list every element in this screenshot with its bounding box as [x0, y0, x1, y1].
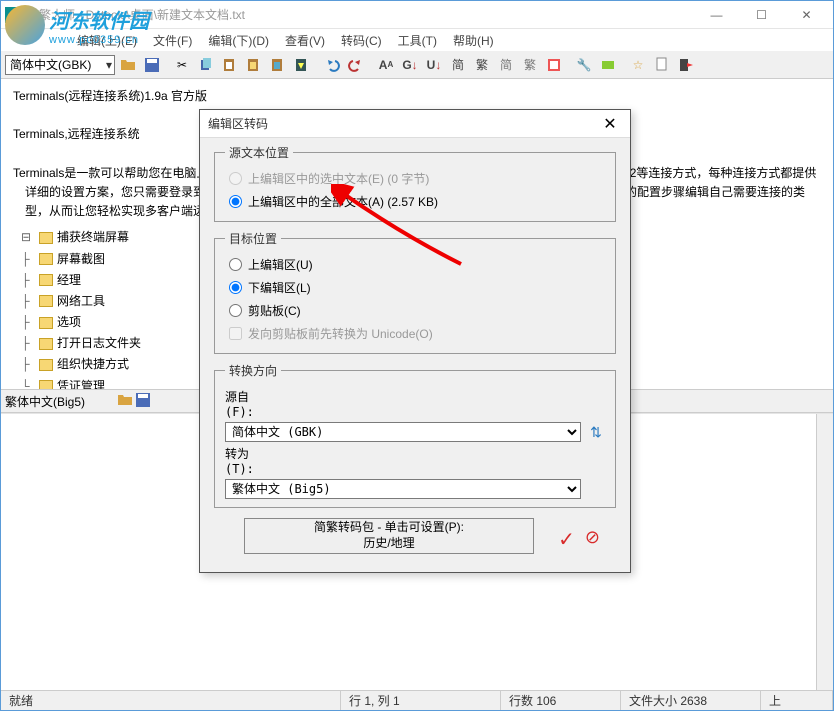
maximize-button[interactable]: ☐	[739, 2, 784, 28]
to-select[interactable]: 繁体中文 (Big5)	[225, 479, 581, 499]
star-icon[interactable]: ☆	[627, 54, 649, 76]
aa-icon[interactable]: AA	[375, 54, 397, 76]
save-lower-icon[interactable]	[135, 392, 151, 411]
book-icon[interactable]	[543, 54, 565, 76]
status-tail: 上	[761, 691, 833, 710]
source-legend: 源文本位置	[225, 144, 293, 161]
paste2-icon[interactable]	[243, 54, 265, 76]
open-icon[interactable]	[117, 54, 139, 76]
radio-lower-editor[interactable]: 下编辑区(L)	[225, 276, 605, 299]
u-down-icon[interactable]: U↓	[423, 54, 445, 76]
to-label: 转为(T):	[225, 445, 277, 476]
tool1-icon[interactable]: 🔧	[573, 54, 595, 76]
target-fieldset: 目标位置 上编辑区(U) 下编辑区(L) 剪贴板(C) 发向剪贴板前先转换为 U…	[214, 230, 616, 354]
menu-view[interactable]: 查看(V)	[279, 30, 331, 51]
swap-icon[interactable]: ⇅	[587, 424, 605, 441]
jian-icon[interactable]: 简	[447, 54, 469, 76]
fan2-icon[interactable]: 繁	[519, 54, 541, 76]
radio-clipboard[interactable]: 剪贴板(C)	[225, 299, 605, 322]
convert-dialog: 编辑区转码 ✕ 源文本位置 上编辑区中的选中文本(E) (0 字节) 上编辑区中…	[199, 109, 631, 573]
source-fieldset: 源文本位置 上编辑区中的选中文本(E) (0 字节) 上编辑区中的全部文本(A)…	[214, 144, 616, 222]
encoding-combo-lower[interactable]: 繁体中文(Big5)	[5, 393, 115, 410]
statusbar: 就绪 行 1, 列 1 行数 106 文件大小 2638 上	[1, 690, 833, 710]
new-doc-icon[interactable]	[651, 54, 673, 76]
ok-icon[interactable]: ✓	[558, 527, 575, 552]
paste-icon[interactable]	[219, 54, 241, 76]
target-legend: 目标位置	[225, 230, 281, 247]
dialog-title: 编辑区转码	[208, 115, 598, 132]
jian2-icon[interactable]: 简	[495, 54, 517, 76]
paste4-icon[interactable]	[291, 54, 313, 76]
titlebar: 简繁大师 - D:\tools\桌面\新建文本文档.txt — ☐ ✕	[1, 1, 833, 29]
cut-icon[interactable]: ✂	[171, 54, 193, 76]
menu-tools[interactable]: 工具(T)	[392, 30, 443, 51]
tool2-icon[interactable]	[597, 54, 619, 76]
from-select[interactable]: 简体中文 (GBK)	[225, 422, 581, 442]
radio-upper-editor[interactable]: 上编辑区(U)	[225, 253, 605, 276]
cancel-icon[interactable]: ⊘	[585, 527, 600, 552]
radio-selected-text: 上编辑区中的选中文本(E) (0 字节)	[225, 167, 605, 190]
close-button[interactable]: ✕	[784, 2, 829, 28]
status-ready: 就绪	[1, 691, 341, 710]
status-lines: 行数 106	[501, 691, 621, 710]
exit-icon[interactable]	[675, 54, 697, 76]
minimize-button[interactable]: —	[694, 2, 739, 28]
menu-edit-lower[interactable]: 编辑(下)(D)	[202, 30, 275, 51]
save-icon[interactable]	[141, 54, 163, 76]
direction-legend: 转换方向	[225, 362, 281, 379]
dialog-close-button[interactable]: ✕	[598, 112, 622, 136]
radio-all-text[interactable]: 上编辑区中的全部文本(A) (2.57 KB)	[225, 190, 605, 213]
menubar: 编辑(上)(E) 文件(F) 编辑(下)(D) 查看(V) 转码(C) 工具(T…	[1, 29, 833, 51]
app-icon	[5, 7, 21, 23]
direction-fieldset: 转换方向 源自(F): 简体中文 (GBK) ⇅ 转为(T): 繁体中文 (Bi…	[214, 362, 616, 508]
copy-icon[interactable]	[195, 54, 217, 76]
from-label: 源自(F):	[225, 388, 277, 419]
toolbar-top: 简体中文(GBK) ✂ AA G↓ U↓ 简 繁 简 繁 🔧 ☆	[1, 51, 833, 79]
menu-edit-upper[interactable]: 编辑(上)(E)	[71, 30, 143, 51]
checkbox-unicode: 发向剪贴板前先转换为 Unicode(O)	[225, 322, 605, 345]
menu-file[interactable]: 文件(F)	[147, 30, 198, 51]
paste3-icon[interactable]	[267, 54, 289, 76]
convert-button[interactable]: 简繁转码包 - 单击可设置(P): 历史/地理	[244, 518, 534, 554]
fan-icon[interactable]: 繁	[471, 54, 493, 76]
encoding-combo-top[interactable]: 简体中文(GBK)	[5, 55, 115, 75]
menu-help[interactable]: 帮助(H)	[447, 30, 500, 51]
content-line1: Terminals(远程连接系统)1.9a 官方版	[13, 87, 821, 106]
undo-icon[interactable]	[321, 54, 343, 76]
redo-icon[interactable]	[345, 54, 367, 76]
g-down-icon[interactable]: G↓	[399, 54, 421, 76]
menu-convert[interactable]: 转码(C)	[335, 30, 388, 51]
status-position: 行 1, 列 1	[341, 691, 501, 710]
status-filesize: 文件大小 2638	[621, 691, 761, 710]
open-lower-icon[interactable]	[117, 392, 133, 411]
window-title: 简繁大师 - D:\tools\桌面\新建文本文档.txt	[27, 6, 694, 23]
